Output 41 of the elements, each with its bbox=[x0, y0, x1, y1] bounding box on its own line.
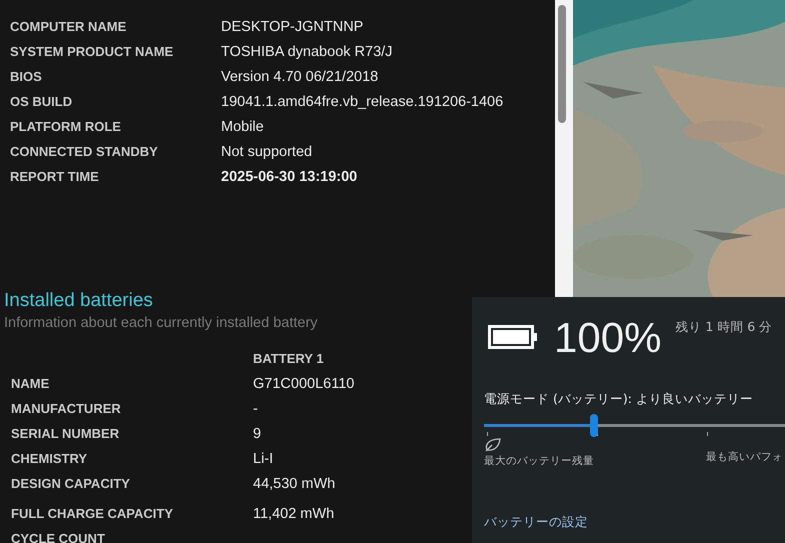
time-remaining: 残り 1 時間 6 分 bbox=[675, 319, 772, 336]
field-label: COMPUTER NAME bbox=[10, 18, 128, 36]
field-value: Li-I bbox=[253, 450, 274, 468]
field-value: 11,402 mWh bbox=[253, 505, 334, 523]
max-mode-label: 最も高いパフォ bbox=[706, 450, 783, 464]
battery-settings-link[interactable]: バッテリーの設定 bbox=[484, 514, 588, 531]
field-value: DESKTOP-JGNTNNP bbox=[221, 18, 364, 36]
field-label: REPORT TIME bbox=[10, 168, 100, 186]
field-value: 2025-06-30 13:19:00 bbox=[221, 168, 358, 186]
battery-icon bbox=[488, 325, 538, 349]
field-value: Version 4.70 06/21/2018 bbox=[221, 68, 378, 86]
scrollbar[interactable] bbox=[555, 0, 573, 297]
section-subtitle: Information about each currently installed battery bbox=[4, 314, 319, 332]
field-value: Mobile bbox=[221, 118, 264, 136]
leaf-icon bbox=[484, 437, 501, 452]
field-label: PLATFORM ROLE bbox=[10, 118, 122, 136]
field-value: Not supported bbox=[221, 143, 312, 161]
slider-thumb[interactable] bbox=[590, 414, 598, 437]
power-mode-slider[interactable] bbox=[484, 414, 785, 437]
field-value: TOSHIBA dynabook R73/J bbox=[221, 43, 392, 61]
field-value: G71C000L6110 bbox=[253, 375, 354, 393]
field-value: 44,530 mWh bbox=[253, 475, 336, 493]
field-label: BIOS bbox=[10, 68, 43, 86]
field-value: 19041.1.amd64fre.vb_release.191206-1406 bbox=[221, 93, 504, 111]
field-label: OS BUILD bbox=[10, 93, 74, 111]
field-value: 9 bbox=[253, 425, 262, 443]
field-label: CYCLE COUNT bbox=[11, 530, 106, 543]
field-label: CHEMISTRY bbox=[11, 450, 88, 468]
field-label: MANUFACTURER bbox=[11, 400, 122, 418]
min-mode-label: 最大のバッテリー残量 bbox=[484, 454, 594, 468]
field-label: FULL CHARGE CAPACITY bbox=[11, 505, 174, 523]
field-label: SERIAL NUMBER bbox=[11, 425, 120, 443]
field-value: - bbox=[253, 400, 258, 418]
column-header: BATTERY 1 bbox=[253, 350, 325, 368]
field-label: NAME bbox=[11, 375, 50, 393]
field-label: CONNECTED STANDBY bbox=[10, 143, 159, 161]
field-label: SYSTEM PRODUCT NAME bbox=[10, 43, 174, 61]
field-label: DESIGN CAPACITY bbox=[11, 475, 131, 493]
battery-percentage: 100% bbox=[554, 315, 662, 361]
power-mode-label: 電源モード (バッテリー): より良いバッテリー bbox=[484, 391, 754, 408]
section-title: Installed batteries bbox=[4, 290, 154, 312]
